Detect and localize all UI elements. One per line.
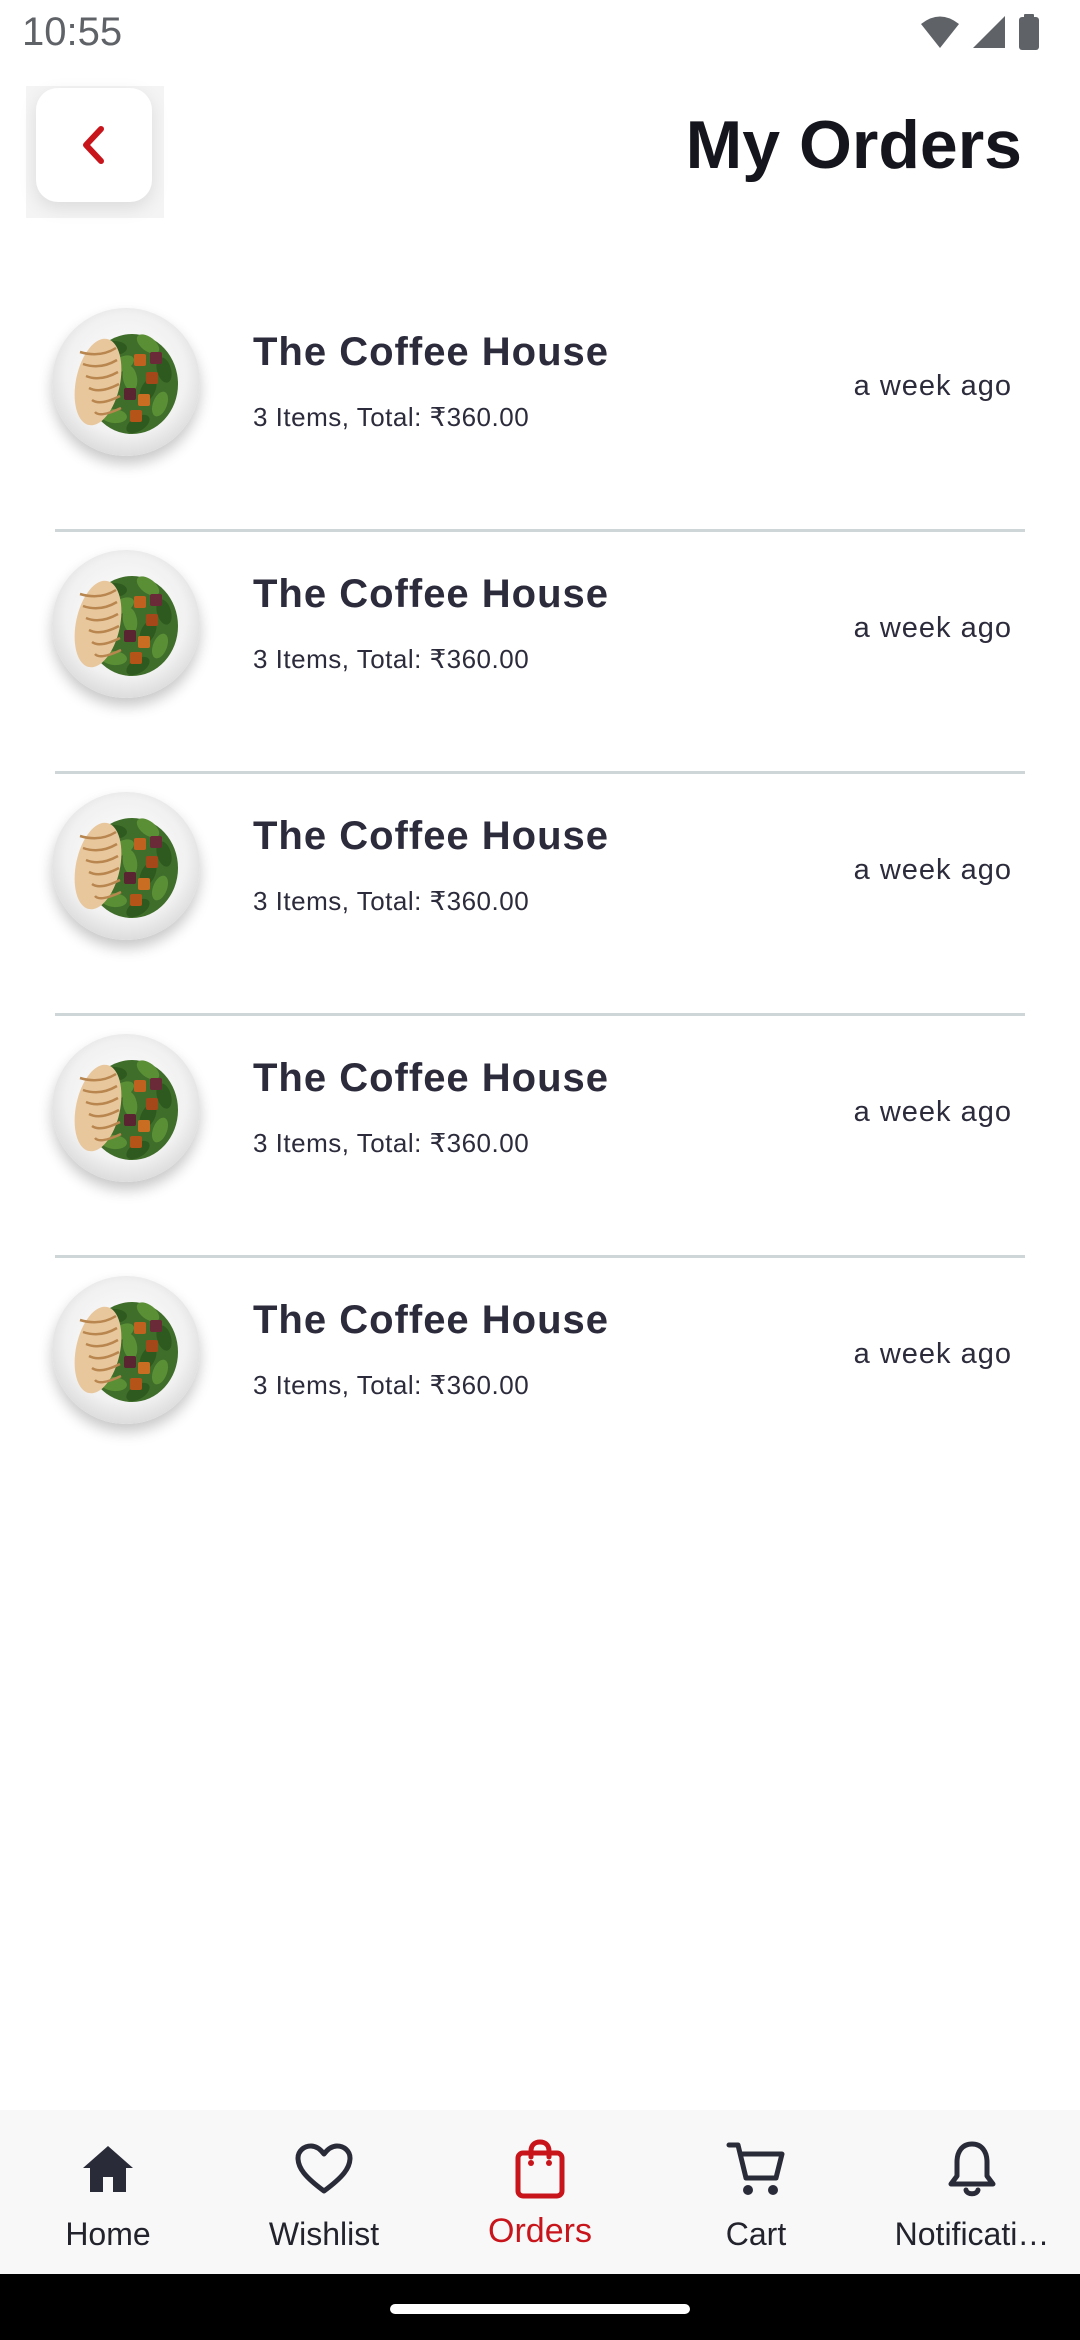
order-item[interactable]: The Coffee House 3 Items, Total: ₹360.00… [0,1258,1080,1500]
order-restaurant-name: The Coffee House [253,1298,610,1342]
system-gesture-bar [0,2274,1080,2340]
back-button[interactable] [36,88,152,202]
cellular-signal-icon [973,16,1005,48]
order-item[interactable]: The Coffee House 3 Items, Total: ₹360.00… [0,1016,1080,1258]
order-list: The Coffee House 3 Items, Total: ₹360.00… [0,290,1080,1500]
gesture-handle[interactable] [390,2304,690,2314]
food-plate-image [52,550,200,698]
order-time-ago: a week ago [853,370,1012,402]
order-summary: 3 Items, Total: ₹360.00 [253,402,530,432]
nav-label-orders: Orders [488,2212,592,2250]
shopping-bag-icon [515,2139,565,2199]
battery-icon [1019,14,1039,50]
nav-item-wishlist[interactable]: Wishlist [216,2110,432,2274]
salad-illustration [74,576,178,676]
nav-label-home: Home [65,2216,151,2252]
wifi-icon [921,16,959,48]
order-summary: 3 Items, Total: ₹360.00 [253,886,530,916]
order-item[interactable]: The Coffee House 3 Items, Total: ₹360.00… [0,532,1080,774]
order-restaurant-name: The Coffee House [253,814,610,858]
chevron-left-icon [83,126,104,164]
order-time-ago: a week ago [853,854,1012,886]
order-time-ago: a week ago [853,1338,1012,1370]
nav-item-orders[interactable]: Orders [432,2110,648,2274]
bell-icon [948,2141,996,2197]
salad-illustration [74,1302,178,1402]
food-plate-image [52,792,200,940]
nav-item-home[interactable]: Home [0,2110,216,2274]
food-plate-image [52,308,200,456]
order-item[interactable]: The Coffee House 3 Items, Total: ₹360.00… [0,290,1080,532]
nav-item-notifications[interactable]: Notificati… [864,2110,1080,2274]
heart-icon [295,2143,353,2194]
order-restaurant-name: The Coffee House [253,1056,610,1100]
back-button-container [26,86,164,218]
cart-icon [726,2142,785,2195]
order-restaurant-name: The Coffee House [253,572,610,616]
nav-label-notifications: Notificati… [894,2216,1050,2252]
order-summary: 3 Items, Total: ₹360.00 [253,1370,530,1400]
salad-illustration [74,818,178,918]
order-restaurant-name: The Coffee House [253,330,610,374]
bottom-navigation: Home Wishlist Orders Cart Notificati… [0,2110,1080,2274]
food-plate-image [52,1034,200,1182]
status-icons [920,14,1040,50]
order-summary: 3 Items, Total: ₹360.00 [253,644,530,674]
salad-illustration [74,1060,178,1160]
orders-screen: 10:55 My Orders The Coffee House 3 Items… [0,0,1080,2340]
order-time-ago: a week ago [853,1096,1012,1128]
food-plate-image [52,1276,200,1424]
order-time-ago: a week ago [853,612,1012,644]
status-bar: 10:55 [0,0,1080,66]
salad-illustration [74,334,178,434]
nav-item-cart[interactable]: Cart [648,2110,864,2274]
status-time: 10:55 [22,10,123,54]
order-summary: 3 Items, Total: ₹360.00 [253,1128,530,1158]
nav-label-cart: Cart [725,2216,787,2252]
home-icon [83,2146,133,2192]
order-item[interactable]: The Coffee House 3 Items, Total: ₹360.00… [0,774,1080,1016]
page-title: My Orders [685,107,1022,183]
nav-label-wishlist: Wishlist [268,2216,380,2252]
